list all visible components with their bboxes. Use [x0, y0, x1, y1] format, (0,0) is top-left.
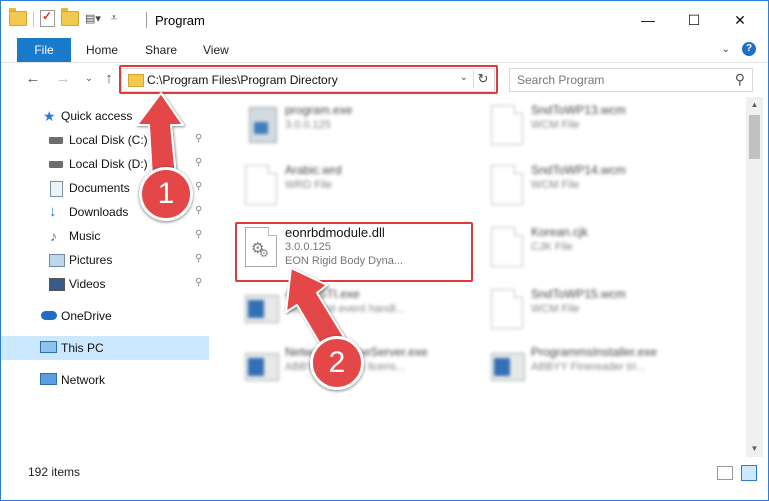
step-2-marker: 2: [310, 336, 364, 390]
explorer-window: ▤▾ ⩡ Program — ☐ ✕ File Home Share View …: [0, 0, 769, 501]
arrow-to-address-bar: [136, 92, 184, 178]
instruction-arrows: [136, 92, 345, 350]
step-1-marker: 1: [139, 167, 193, 221]
